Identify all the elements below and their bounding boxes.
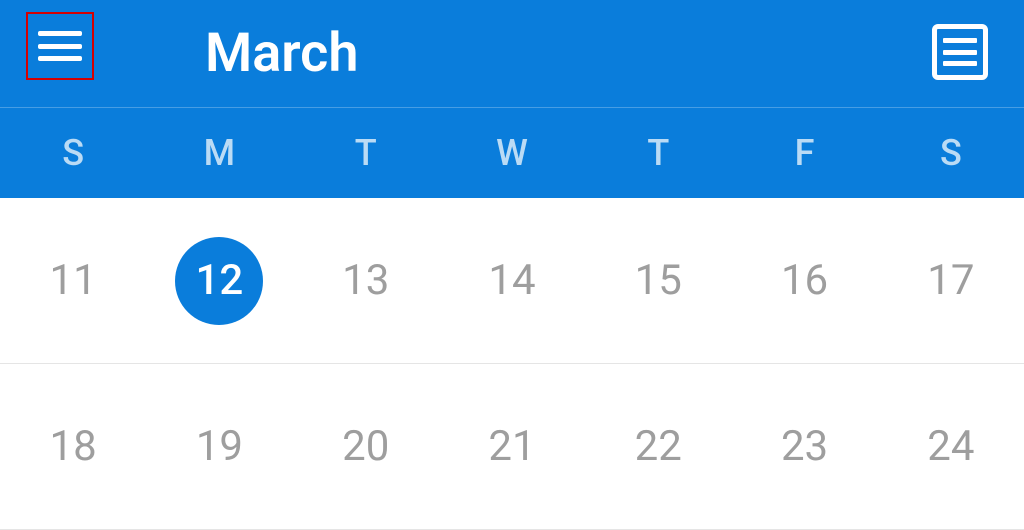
selected-day-indicator: 12 xyxy=(175,237,263,325)
day-number: 13 xyxy=(342,256,389,305)
week-row: 18 19 20 21 22 23 24 xyxy=(0,364,1024,530)
day-number: 15 xyxy=(635,256,682,305)
day-number: 17 xyxy=(927,256,974,305)
day-number: 16 xyxy=(781,256,828,305)
day-number: 11 xyxy=(50,256,97,305)
day-cell[interactable]: 14 xyxy=(439,198,585,363)
day-number: 19 xyxy=(196,422,243,471)
agenda-view-button[interactable] xyxy=(932,24,988,80)
weekday-label: M xyxy=(146,108,292,198)
day-cell[interactable]: 17 xyxy=(878,198,1024,363)
day-number: 14 xyxy=(488,256,535,305)
menu-button[interactable] xyxy=(26,12,94,80)
day-number: 24 xyxy=(927,422,974,471)
day-number: 12 xyxy=(196,256,244,305)
day-cell[interactable]: 21 xyxy=(439,364,585,529)
week-row: 11 12 13 14 15 16 17 xyxy=(0,198,1024,364)
day-cell[interactable]: 13 xyxy=(293,198,439,363)
day-cell[interactable]: 24 xyxy=(878,364,1024,529)
day-number: 18 xyxy=(50,422,97,471)
app-header: March xyxy=(0,0,1024,108)
month-title: March xyxy=(205,22,358,85)
weekday-label: T xyxy=(293,108,439,198)
weekday-label: S xyxy=(0,108,146,198)
weekday-label: W xyxy=(439,108,585,198)
weekday-label: S xyxy=(878,108,1024,198)
weekday-label: F xyxy=(731,108,877,198)
day-number: 23 xyxy=(781,422,828,471)
weekday-header-row: S M T W T F S xyxy=(0,108,1024,198)
day-cell[interactable]: 18 xyxy=(0,364,146,529)
day-number: 22 xyxy=(635,422,682,471)
day-number: 20 xyxy=(342,422,389,471)
day-number: 21 xyxy=(488,422,535,471)
day-cell[interactable]: 20 xyxy=(293,364,439,529)
weekday-label: T xyxy=(585,108,731,198)
list-icon xyxy=(943,38,977,66)
day-cell-selected[interactable]: 12 xyxy=(146,198,292,363)
day-cell[interactable]: 22 xyxy=(585,364,731,529)
day-cell[interactable]: 11 xyxy=(0,198,146,363)
day-cell[interactable]: 19 xyxy=(146,364,292,529)
hamburger-icon xyxy=(38,31,82,61)
day-cell[interactable]: 15 xyxy=(585,198,731,363)
day-cell[interactable]: 16 xyxy=(731,198,877,363)
day-cell[interactable]: 23 xyxy=(731,364,877,529)
